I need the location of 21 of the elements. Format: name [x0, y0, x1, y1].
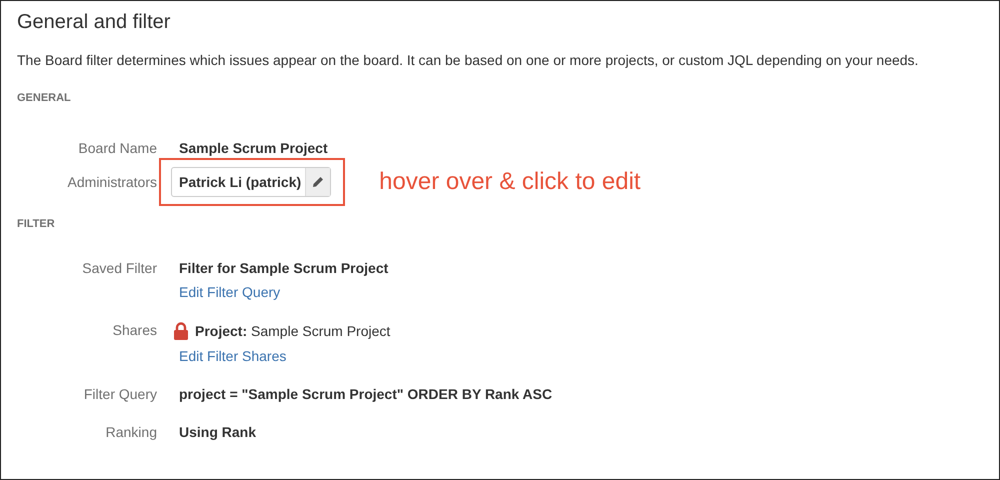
field-value: project = "Sample Scrum Project" ORDER BY Rank ASC: [179, 386, 552, 402]
section-heading: GENERAL: [17, 92, 72, 104]
page-title: General and filter: [17, 11, 172, 34]
lock-icon: [173, 322, 189, 340]
field-value: Filter for Sample Scrum Project: [179, 260, 388, 276]
editable-field[interactable]: Patrick Li (patrick): [171, 167, 332, 197]
share-value: Project: Sample Scrum Project: [195, 323, 390, 339]
field-value: Sample Scrum Project: [179, 140, 328, 156]
field-label: Board Name: [78, 140, 157, 156]
annotation: hover over & click to edit: [379, 168, 641, 196]
description: The Board filter determines which issues appear on the board. It can be based on one or more projects, or custom JQL depending on your needs.: [17, 52, 920, 68]
field-label: Administrators: [68, 174, 157, 190]
field-label: Ranking: [106, 424, 157, 440]
field-label: Filter Query: [84, 386, 157, 402]
edit-link[interactable]: Edit Filter Query: [179, 284, 280, 300]
field-label: Shares: [112, 322, 157, 338]
pencil-icon: [312, 176, 324, 188]
field-label: Saved Filter: [82, 260, 157, 276]
section-heading: FILTER: [17, 218, 56, 230]
field-value: Using Rank: [179, 424, 256, 440]
edit-link[interactable]: Edit Filter Shares: [179, 348, 286, 364]
